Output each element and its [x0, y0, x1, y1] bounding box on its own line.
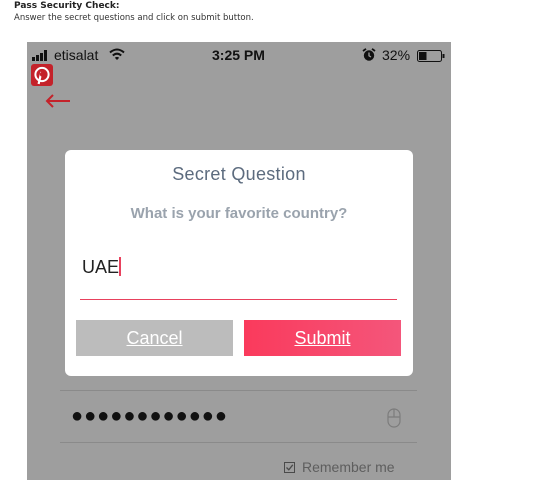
back-arrow-icon[interactable]: [45, 93, 71, 109]
page-title: Pass Security Check:: [14, 1, 120, 11]
secret-question-dialog: Secret Question What is your favorite co…: [65, 150, 413, 376]
answer-input[interactable]: UAE: [80, 257, 398, 278]
wifi-icon: [109, 48, 125, 60]
cancel-button[interactable]: Cancel: [76, 320, 233, 356]
secret-question-text: What is your favorite country?: [130, 205, 348, 222]
divider: [60, 390, 417, 391]
page-instructions: Answer the secret questions and click on…: [14, 13, 254, 23]
mouse-icon[interactable]: [387, 408, 401, 428]
remember-me-label: Remember me: [302, 459, 395, 475]
battery-icon: [417, 50, 445, 62]
clock: 3:25 PM: [212, 47, 265, 63]
alarm-icon: [362, 48, 376, 61]
signal-icon: [32, 50, 47, 61]
text-caret: [119, 257, 121, 276]
answer-value: UAE: [82, 257, 120, 277]
remember-me-checkbox[interactable]: Remember me: [284, 459, 395, 475]
password-field[interactable]: ●●●●●●●●●●●●: [71, 405, 228, 428]
password-underline: [60, 442, 417, 443]
pinterest-save-icon[interactable]: [31, 64, 53, 86]
dialog-title: Secret Question: [172, 164, 306, 184]
answer-underline: [80, 299, 397, 300]
status-bar: etisalat 3:25 PM 32%: [27, 42, 451, 68]
submit-button[interactable]: Submit: [244, 320, 401, 356]
checkbox-icon[interactable]: [284, 462, 295, 473]
battery-percent: 32%: [382, 47, 411, 63]
carrier-name: etisalat: [54, 47, 99, 63]
